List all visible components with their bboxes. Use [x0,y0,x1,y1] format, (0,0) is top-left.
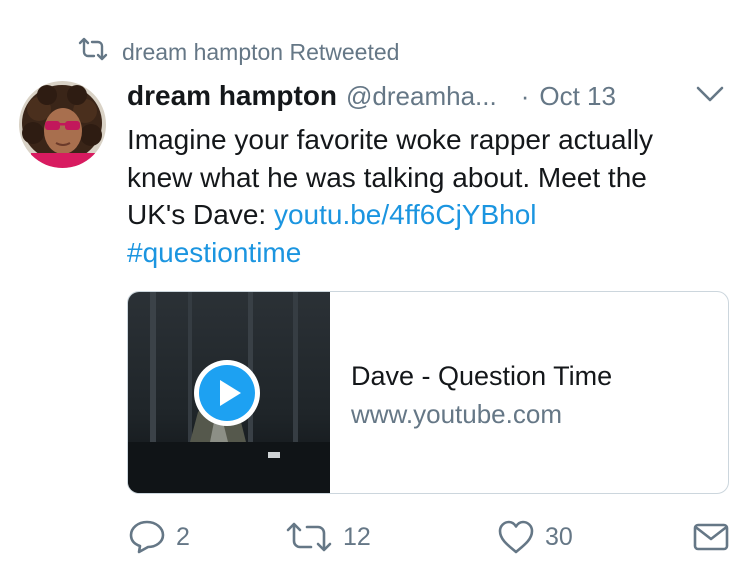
retweet-icon [285,521,333,553]
user-handle[interactable]: @dreamha... [346,81,497,112]
retweet-icon [78,37,108,67]
link-card[interactable]: Dave - Question Time www.youtube.com [127,291,729,494]
tweet-text-line: knew what he was talking about. Meet the [127,161,647,193]
retweet-button[interactable]: 12 [285,517,371,557]
envelope-icon [693,522,729,552]
tweet-header: dream hampton @dreamha... · Oct 13 [127,78,727,114]
tweet-date[interactable]: Oct 13 [539,81,616,112]
reply-icon [128,519,166,555]
tweet-text: Imagine your favorite woke rapper actual… [127,121,727,271]
like-count: 30 [545,522,573,551]
play-icon[interactable] [192,358,262,428]
card-title: Dave - Question Time [351,361,613,391]
video-thumbnail[interactable] [128,292,330,493]
direct-message-button[interactable] [693,517,729,557]
card-info: Dave - Question Time www.youtube.com [330,292,728,493]
hashtag-link[interactable]: #questiontime [127,234,727,272]
retweet-context-text: dream hampton Retweeted [122,38,400,65]
reply-button[interactable]: 2 [128,517,190,557]
avatar[interactable] [19,81,106,168]
tweet-text-line: UK's Dave: youtu.be/4ff6CjYBhol [127,196,727,234]
separator-dot: · [520,80,530,111]
display-name[interactable]: dream hampton [127,80,337,112]
reply-count: 2 [176,522,190,551]
like-button[interactable]: 30 [497,517,573,557]
tweet[interactable]: dream hampton Retweeted dream hampton @d… [0,0,750,584]
chevron-down-icon[interactable] [694,82,726,106]
retweet-context: dream hampton Retweeted [78,36,399,68]
retweet-count: 12 [343,522,371,551]
tweet-link[interactable]: youtu.be/4ff6CjYBhol [274,199,537,230]
tweet-text-prefix: UK's Dave: [127,199,274,230]
tweet-text-line: Imagine your favorite woke rapper actual… [127,124,654,155]
heart-icon [497,519,535,555]
card-domain: www.youtube.com [351,399,562,429]
